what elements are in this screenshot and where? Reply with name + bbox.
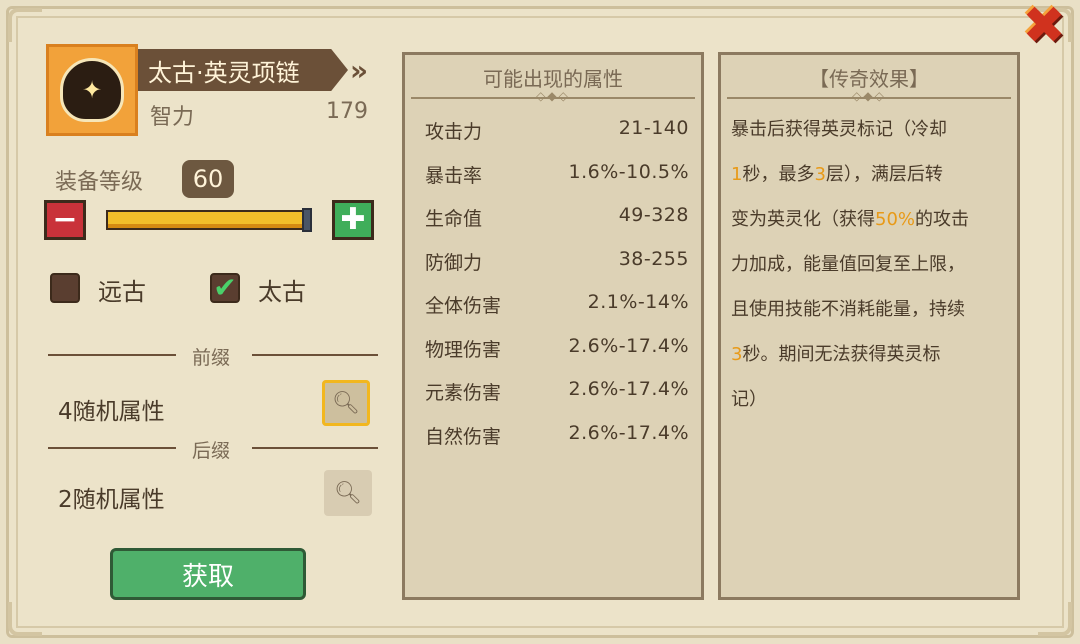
effect-text: 秒，最多 (742, 164, 815, 185)
attribute-row: 物理伤害 2.6%-17.4% (425, 335, 689, 365)
suffix-heading: 后缀 (192, 440, 231, 462)
divider (252, 354, 378, 356)
level-value: 60 (182, 160, 234, 198)
corner-ornament (1038, 602, 1072, 636)
attribute-range: 2.6%-17.4% (568, 378, 689, 400)
prefix-text: 4随机属性 (58, 399, 165, 425)
attribute-row: 生命值 49-328 (425, 204, 689, 234)
checkmark-icon: ✔ (213, 271, 237, 304)
suffix-text: 2随机属性 (58, 487, 165, 513)
item-icon-slot[interactable]: ✦ (46, 44, 138, 136)
magnifier-icon: 🔍︎ (332, 390, 360, 416)
rarity-label-ancient: 远古 (98, 278, 146, 306)
prefix-heading: 前缀 (192, 347, 231, 369)
effect-text: 记） (731, 389, 767, 410)
magnifier-icon: 🔍︎ (334, 480, 362, 506)
attribute-range: 21-140 (618, 117, 689, 139)
item-stat-name: 智力 (150, 105, 195, 130)
attribute-name: 全体伤害 (425, 295, 502, 317)
attribute-range: 2.6%-17.4% (568, 421, 689, 444)
attribute-name: 物理伤害 (425, 338, 502, 361)
attribute-range: 1.6%-10.5% (568, 160, 689, 183)
rarity-label-primal: 太古 (258, 278, 306, 306)
attribute-name: 防御力 (425, 251, 483, 274)
prefix-search-button[interactable]: 🔍︎ (322, 380, 370, 426)
item-name: 太古·英灵项链 (148, 58, 300, 87)
minus-icon: − (52, 202, 78, 237)
highlighted-value: 3 (731, 344, 743, 365)
attribute-name: 生命值 (425, 208, 483, 230)
corner-ornament (8, 8, 42, 42)
attribute-name: 暴击率 (425, 164, 483, 187)
legendary-panel: 【传奇效果】 ◇◆◇ 暴击后获得英灵标记（冷却 1秒，最多3层），满层后转 变为英灵… (718, 52, 1020, 600)
attribute-range: 2.1%-14% (587, 291, 689, 313)
close-button[interactable]: ✖ (1018, 0, 1070, 56)
banner-chevron-icon: » (350, 54, 369, 87)
attribute-range: 2.6%-17.4% (568, 334, 689, 357)
attributes-panel: 可能出现的属性 ◇◆◇ 攻击力 21-140 暴击率 1.6%-10.5% 生命值 49-… (402, 52, 704, 600)
attribute-row: 元素伤害 2.6%-17.4% (425, 378, 689, 408)
legendary-effect-line: 力加成，能量值回复至上限， (731, 250, 1007, 282)
divider (48, 447, 176, 449)
item-stat-value: 179 (326, 99, 368, 124)
legendary-effect-line: 3秒。期间无法获得英灵标 (731, 340, 1007, 372)
legendary-effect-line: 暴击后获得英灵标记（冷却 (731, 115, 1007, 147)
effect-text: 暴击后获得英灵标记（冷却 (731, 119, 947, 140)
rarity-checkbox-ancient[interactable] (50, 273, 80, 303)
attribute-name: 自然伤害 (425, 425, 502, 448)
attribute-name: 元素伤害 (425, 382, 502, 404)
close-icon: ✖ (1022, 0, 1066, 56)
attribute-row: 自然伤害 2.6%-17.4% (425, 422, 689, 452)
effect-text: 力加成，能量值回复至上限， (731, 254, 965, 275)
effect-text: 秒。期间无法获得英灵标 (742, 344, 941, 365)
effect-text: 的攻击 (915, 209, 970, 230)
get-button[interactable]: 获取 (110, 548, 306, 600)
level-slider[interactable] (106, 208, 312, 232)
highlighted-value: 1 (731, 164, 743, 185)
level-slider-fill (108, 212, 308, 228)
ornament-icon: ◇◆◇ (536, 89, 570, 103)
level-slider-knob[interactable] (302, 208, 312, 232)
level-increase-button[interactable]: ✚ (332, 200, 374, 240)
rarity-checkbox-primal[interactable]: ✔ (210, 273, 240, 303)
corner-ornament (8, 602, 42, 636)
legendary-effect-line: 变为英灵化（获得50%的攻击 (731, 205, 1007, 237)
effect-text: 变为英灵化（获得 (731, 209, 875, 230)
attribute-name: 攻击力 (425, 121, 483, 143)
item-name-banner: 太古·英灵项链 (138, 49, 348, 91)
level-decrease-button[interactable]: − (44, 200, 86, 240)
attribute-row: 全体伤害 2.1%-14% (425, 291, 689, 321)
divider (252, 447, 378, 449)
plus-icon: ✚ (340, 202, 366, 237)
necklace-icon: ✦ (60, 58, 124, 122)
effect-text: 且使用技能不消耗能量，持续 (731, 299, 965, 320)
level-label: 装备等级 (55, 170, 144, 195)
suffix-search-button[interactable]: 🔍︎ (324, 470, 372, 516)
legendary-effect-line: 且使用技能不消耗能量，持续 (731, 295, 1007, 327)
attribute-range: 49-328 (618, 204, 689, 226)
divider (48, 354, 176, 356)
highlighted-value: 50% (875, 209, 916, 230)
highlighted-value: 3 (814, 164, 826, 185)
legendary-effect-line: 1秒，最多3层），满层后转 (731, 160, 1007, 192)
attribute-row: 防御力 38-255 (425, 248, 689, 278)
legendary-panel-title: 【传奇效果】 (809, 67, 929, 91)
ornament-icon: ◇◆◇ (852, 89, 886, 103)
attribute-row: 暴击率 1.6%-10.5% (425, 161, 689, 191)
attribute-row: 攻击力 21-140 (425, 117, 689, 147)
legendary-effect-line: 记） (731, 385, 1007, 417)
effect-text: 层），满层后转 (825, 164, 943, 185)
attributes-panel-title: 可能出现的属性 (483, 67, 623, 91)
attribute-range: 38-255 (618, 247, 689, 270)
